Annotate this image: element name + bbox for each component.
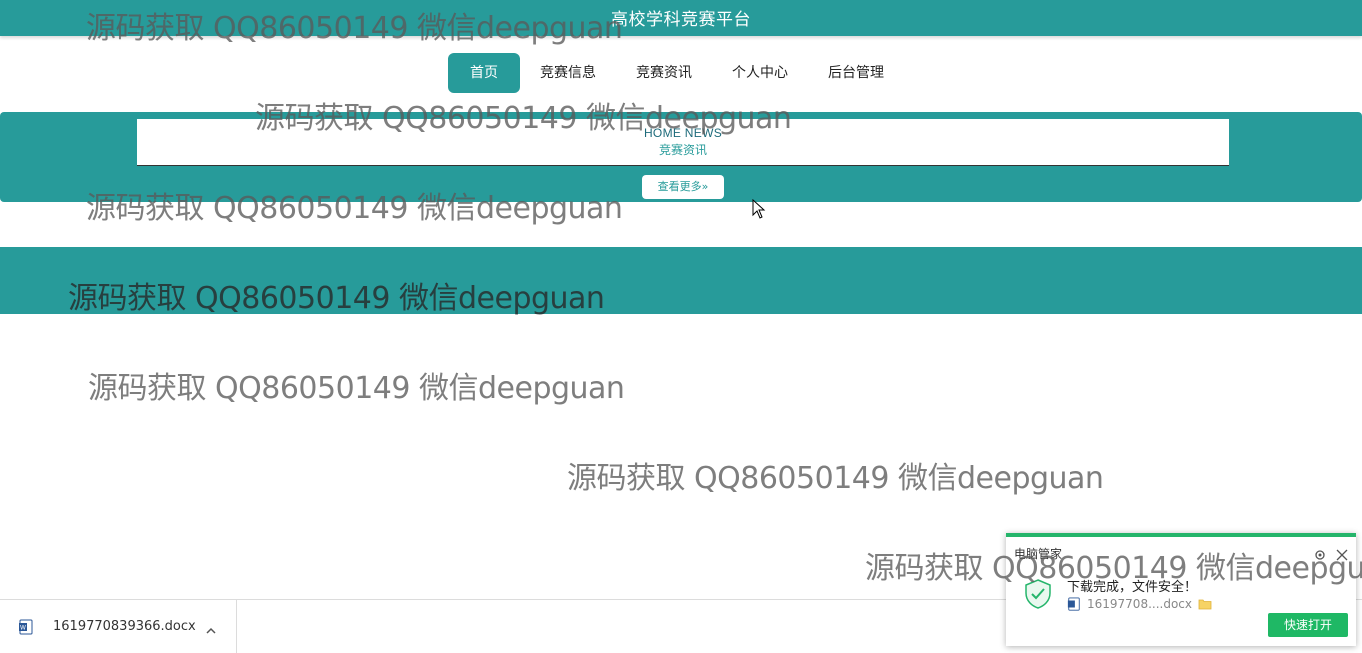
watermark-text: 源码获取 QQ86050149 微信deepguan: [865, 551, 1362, 586]
watermark-text: 源码获取 QQ86050149 微信deepguan: [68, 281, 605, 316]
nav-item-competition-info[interactable]: 竞赛信息: [520, 53, 616, 93]
svg-text:W: W: [20, 625, 26, 632]
watermark-text: 源码获取 QQ86050149 微信deepguan: [255, 101, 792, 136]
nav-item-competition-news[interactable]: 竞赛资讯: [616, 53, 712, 93]
watermark-text: 源码获取 QQ86050149 微信deepguan: [86, 11, 623, 46]
nav-item-personal-center[interactable]: 个人中心: [712, 53, 808, 93]
folder-icon[interactable]: [1198, 598, 1212, 610]
watermark-text: 源码获取 QQ86050149 微信deepguan: [86, 191, 623, 226]
nav-item-admin[interactable]: 后台管理: [808, 53, 904, 93]
popup-file: 16197708....docx: [1067, 597, 1212, 611]
word-document-icon: W: [18, 619, 34, 639]
nav-item-home[interactable]: 首页: [448, 53, 520, 93]
popup-filename: 16197708....docx: [1087, 597, 1192, 611]
word-document-icon: [1067, 597, 1080, 611]
watermark-text: 源码获取 QQ86050149 微信deepguan: [88, 371, 625, 406]
view-more-button[interactable]: 查看更多»: [642, 175, 724, 199]
main-nav: 首页 竞赛信息 竞赛资讯 个人中心 后台管理: [448, 53, 904, 93]
chevron-up-icon[interactable]: [205, 621, 217, 640]
download-filename: 1619770839366.docx: [53, 619, 196, 634]
watermark-text: 源码获取 QQ86050149 微信deepguan: [567, 461, 1104, 496]
quick-open-button[interactable]: 快速打开: [1268, 613, 1348, 637]
download-item[interactable]: W 1619770839366.docx: [0, 600, 237, 653]
mouse-cursor-icon: [752, 198, 766, 223]
news-heading-cn: 竞赛资讯: [658, 143, 707, 157]
